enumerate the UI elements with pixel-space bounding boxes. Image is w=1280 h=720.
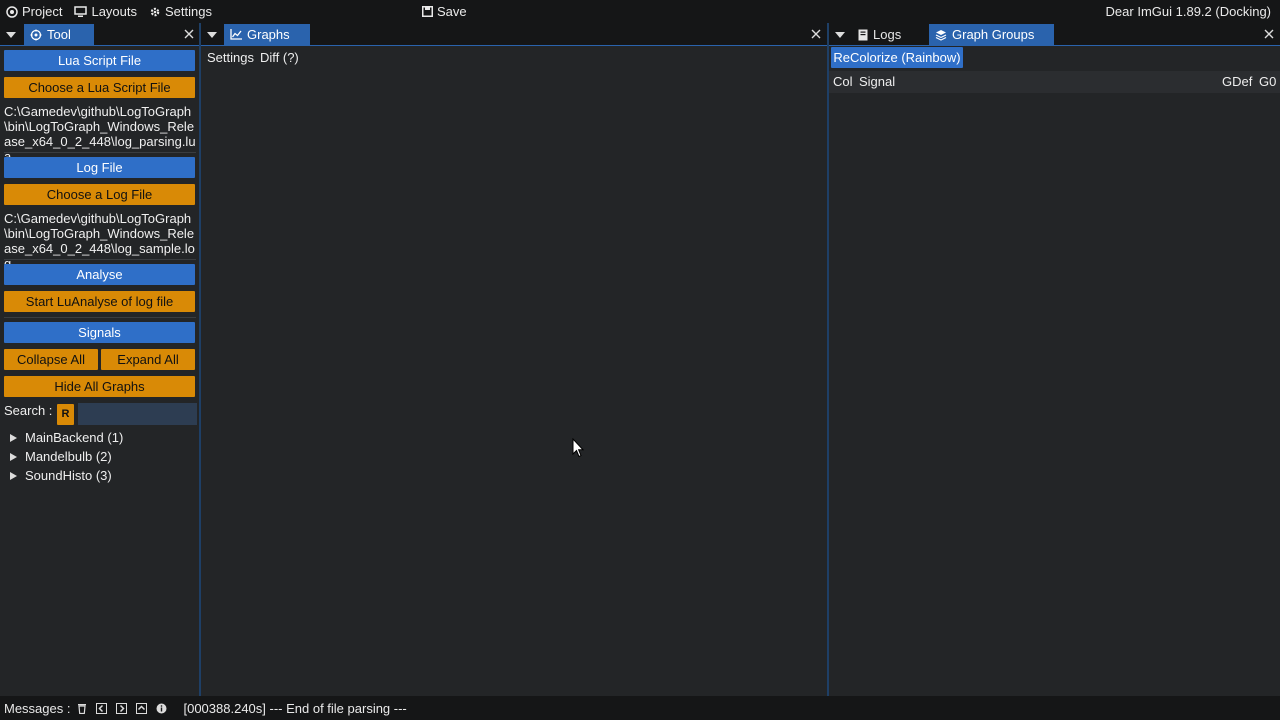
previous-icon[interactable] <box>96 702 108 714</box>
start-analyse-button[interactable]: Start LuAnalyse of log file <box>4 291 195 312</box>
col-header-gdef[interactable]: GDef <box>1222 74 1252 89</box>
menu-layouts-label: Layouts <box>91 4 138 19</box>
layers-icon <box>935 29 947 41</box>
tab-tool-label: Tool <box>47 27 71 42</box>
analyse-section[interactable]: Analyse <box>4 264 195 285</box>
floppy-disk-icon <box>422 6 433 17</box>
tab-graphs-label: Graphs <box>247 27 290 42</box>
tree-item-mandelbulb[interactable]: Mandelbulb (2) <box>10 449 112 464</box>
mouse-cursor-icon <box>572 438 584 458</box>
menu-save-label: Save <box>437 4 467 19</box>
tab-tool[interactable]: Tool <box>24 24 94 45</box>
recolorize-button[interactable]: ReColorize (Rainbow) <box>831 47 963 68</box>
close-icon[interactable] <box>183 28 195 40</box>
tool-tab-bar: Tool <box>0 23 200 46</box>
choose-lua-button[interactable]: Choose a Lua Script File <box>4 77 195 98</box>
signals-section[interactable]: Signals <box>4 322 195 343</box>
book-icon <box>858 29 868 40</box>
close-icon[interactable] <box>1263 28 1275 40</box>
tree-item-label: SoundHisto (3) <box>25 468 112 483</box>
col-header-col[interactable]: Col <box>833 74 853 89</box>
tab-logs[interactable]: Logs <box>852 24 928 45</box>
chevron-down-icon[interactable] <box>833 28 847 42</box>
separator <box>4 152 196 153</box>
status-message: [000388.240s] --- End of file parsing --… <box>183 700 407 716</box>
next-icon[interactable] <box>116 702 128 714</box>
right-tab-bar: Logs Graph Groups <box>829 23 1280 46</box>
menu-project[interactable]: Project <box>0 0 68 23</box>
close-icon[interactable] <box>810 28 822 40</box>
tool-pane: Tool Lua Script File Choose a Lua Script… <box>0 23 200 696</box>
monitor-icon <box>74 5 88 17</box>
tab-graphs[interactable]: Graphs <box>224 24 310 45</box>
graphs-menu-settings[interactable]: Settings <box>207 50 254 65</box>
menu-settings-label: Settings <box>165 4 212 19</box>
menu-bar: Project Layouts Settings Save Dear ImGui… <box>0 0 1280 23</box>
search-reset-button[interactable]: R <box>57 404 74 425</box>
col-header-g0[interactable]: G0 <box>1259 74 1276 89</box>
app-version: Dear ImGui 1.89.2 (Docking) <box>1105 4 1271 19</box>
status-icons <box>77 702 167 714</box>
menu-layouts[interactable]: Layouts <box>68 0 143 23</box>
tree-item-label: MainBackend (1) <box>25 430 124 445</box>
graphs-pane: Graphs Settings Diff (?) <box>201 23 827 696</box>
graphs-tab-bar: Graphs <box>201 23 827 46</box>
chevron-down-icon[interactable] <box>205 28 219 42</box>
tab-logs-label: Logs <box>873 27 902 42</box>
tab-graph-groups-label: Graph Groups <box>952 27 1035 42</box>
graph-groups-pane: Logs Graph Groups ReColorize (Rainbow) C… <box>829 23 1280 696</box>
lua-path-text: C:\Gamedev\github\LogToGraph\bin\LogToGr… <box>4 104 196 164</box>
menu-save[interactable]: Save <box>416 0 473 23</box>
tree-item-mainbackend[interactable]: MainBackend (1) <box>10 430 123 445</box>
menu-settings[interactable]: Settings <box>143 0 218 23</box>
menu-project-label: Project <box>22 4 63 19</box>
search-input[interactable] <box>78 403 197 425</box>
choose-log-button[interactable]: Choose a Log File <box>4 184 195 205</box>
expand-arrow-icon <box>10 452 17 461</box>
gear-icon <box>150 7 160 16</box>
separator <box>4 317 196 318</box>
info-icon[interactable] <box>156 703 167 714</box>
line-chart-icon <box>230 29 242 40</box>
project-icon <box>6 5 18 18</box>
graphs-menu-diff[interactable]: Diff (?) <box>260 50 299 65</box>
table-header: Col Signal GDef G0 <box>829 71 1280 93</box>
trash-icon[interactable] <box>77 703 87 714</box>
expand-all-button[interactable]: Expand All <box>101 349 195 370</box>
search-label: Search : <box>4 403 53 418</box>
messages-label: Messages : <box>4 700 71 716</box>
tree-item-label: Mandelbulb (2) <box>25 449 112 464</box>
log-file-section[interactable]: Log File <box>4 157 195 178</box>
status-bar: Messages : [000388.240s] --- End of file… <box>0 696 1280 720</box>
lua-script-section[interactable]: Lua Script File <box>4 50 195 71</box>
scroll-up-icon[interactable] <box>136 702 148 714</box>
hide-all-graphs-button[interactable]: Hide All Graphs <box>4 376 195 397</box>
tool-icon <box>30 29 42 40</box>
expand-arrow-icon <box>10 433 17 442</box>
chevron-down-icon[interactable] <box>4 28 18 42</box>
tab-graph-groups[interactable]: Graph Groups <box>929 24 1054 45</box>
tree-item-soundhisto[interactable]: SoundHisto (3) <box>10 468 112 483</box>
col-header-signal[interactable]: Signal <box>859 74 895 89</box>
log-path-text: C:\Gamedev\github\LogToGraph\bin\LogToGr… <box>4 211 195 271</box>
collapse-all-button[interactable]: Collapse All <box>4 349 98 370</box>
expand-arrow-icon <box>10 471 17 480</box>
separator <box>4 259 196 260</box>
